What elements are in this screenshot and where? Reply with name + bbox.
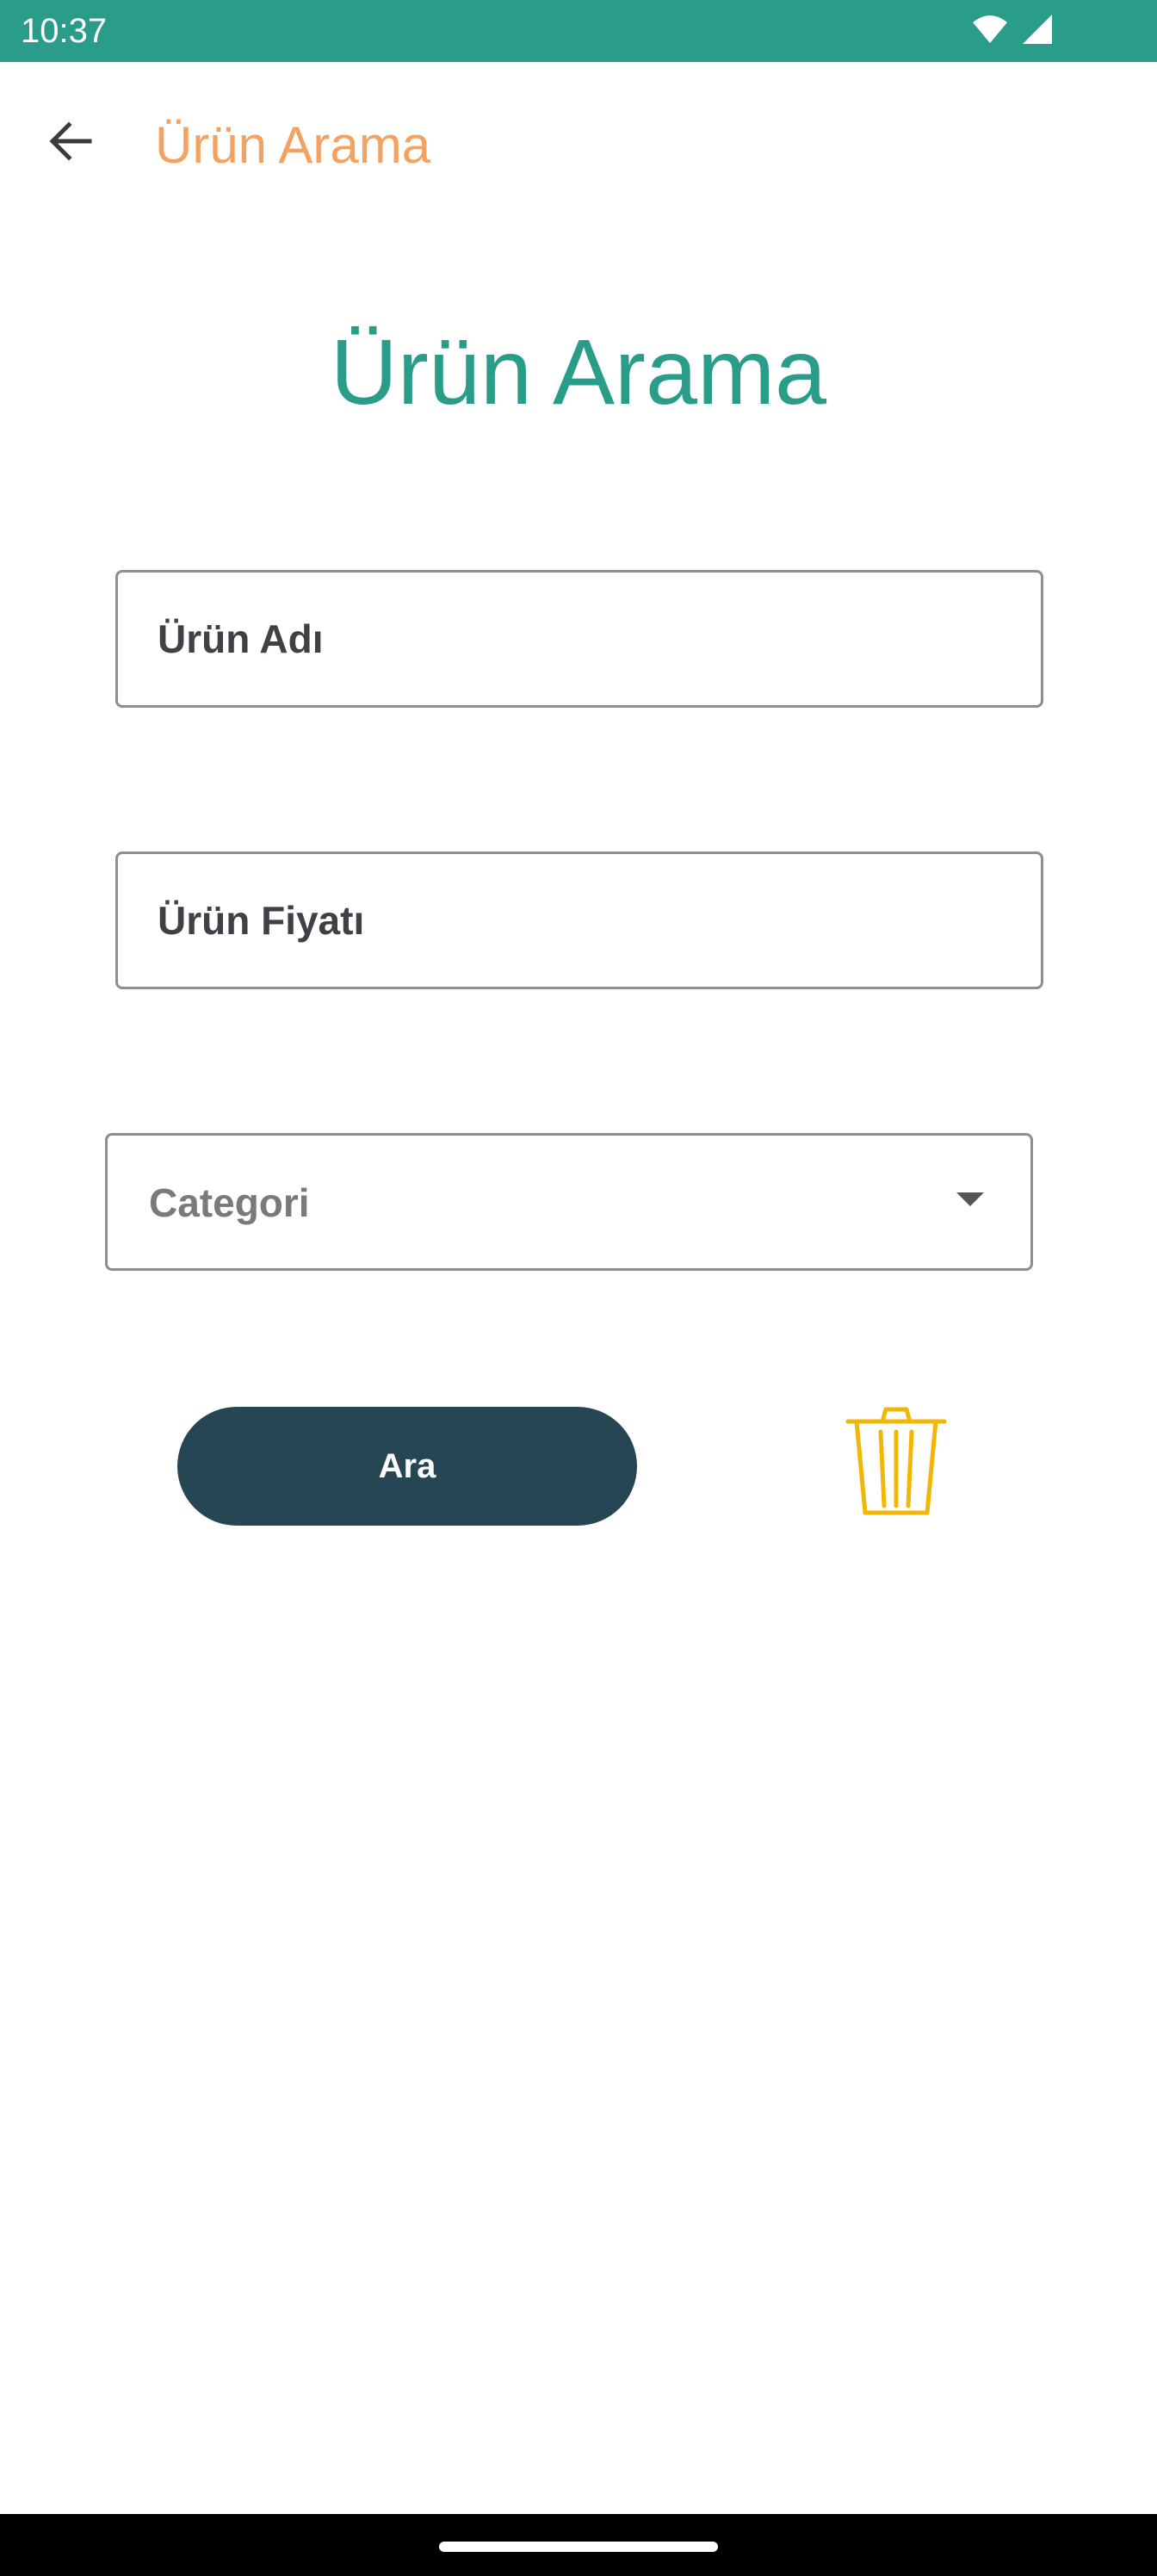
cellular-signal-icon <box>1021 13 1054 50</box>
app-bar-title: Ürün Arama <box>155 116 431 174</box>
product-price-field[interactable] <box>115 851 1043 989</box>
category-dropdown[interactable]: Categori <box>105 1133 1033 1271</box>
product-name-input[interactable] <box>158 616 1001 662</box>
category-dropdown-value: Categori <box>149 1180 310 1225</box>
product-name-field[interactable] <box>115 570 1043 708</box>
app-bar: Ürün Arama <box>0 62 1157 227</box>
status-icons <box>971 14 1054 48</box>
search-button[interactable]: Ara <box>177 1407 637 1526</box>
clear-button[interactable] <box>840 1403 952 1524</box>
trash-icon <box>845 1406 948 1522</box>
status-bar: 10:37 <box>0 0 1157 62</box>
back-button[interactable] <box>34 107 107 179</box>
status-time: 10:37 <box>21 12 108 50</box>
page-title: Ürün Arama <box>330 319 827 424</box>
search-button-label: Ara <box>378 1446 436 1485</box>
product-price-input[interactable] <box>158 897 1001 944</box>
arrow-back-icon <box>48 121 93 166</box>
dropdown-arrow-icon <box>955 1191 986 1215</box>
wifi-icon <box>971 14 1009 49</box>
screen: 10:37 Ürün Arama Ürün Arama Ürün Adı Ürü… <box>0 0 1157 2576</box>
home-indicator[interactable] <box>439 2542 718 2552</box>
navigation-bar <box>0 2514 1157 2576</box>
